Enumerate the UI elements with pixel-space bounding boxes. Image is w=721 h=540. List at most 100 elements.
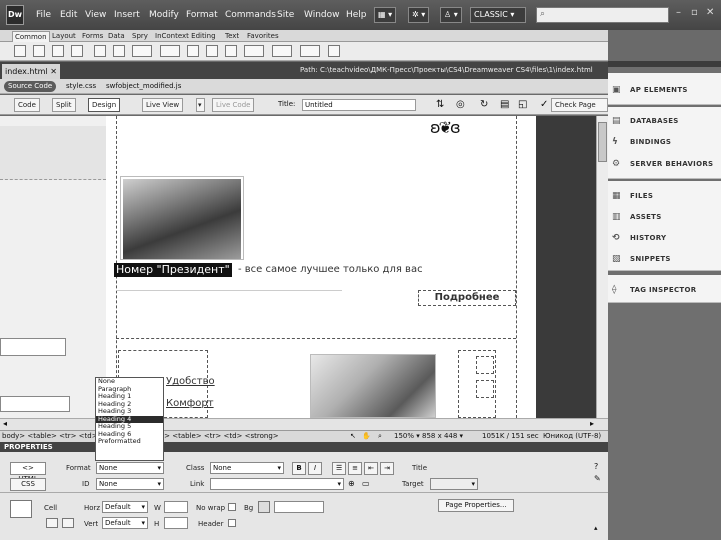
date-icon[interactable] xyxy=(187,45,199,57)
hand-tool-icon[interactable]: ✋ xyxy=(362,431,371,442)
format-dropdown-list[interactable]: None Paragraph Heading 1 Heading 2 Headi… xyxy=(95,377,164,461)
menu-edit[interactable]: Edit xyxy=(60,10,77,20)
menu-window[interactable]: Window xyxy=(304,10,340,20)
vert-select[interactable]: Default ▾ xyxy=(102,517,148,529)
menu-commands[interactable]: Commands xyxy=(225,10,276,20)
link-comfort-2[interactable]: Комфорт xyxy=(166,398,214,409)
vertical-scrollbar[interactable] xyxy=(596,116,608,418)
file-management-icon[interactable]: ⇅ xyxy=(436,99,444,110)
files-panel[interactable]: ▦ FILES xyxy=(612,191,653,201)
workspace-switcher[interactable]: CLASSIC ▾ xyxy=(470,7,526,23)
hyperlink-icon[interactable] xyxy=(14,45,26,57)
height-input[interactable] xyxy=(164,517,188,529)
document-tab-index[interactable]: index.html ✕ xyxy=(2,64,60,79)
source-code-button[interactable]: Source Code xyxy=(4,81,57,92)
history-panel[interactable]: ⟲ HISTORY xyxy=(612,233,666,243)
site-icon[interactable]: ♙ ▾ xyxy=(440,7,462,23)
design-view-button[interactable]: Design xyxy=(88,98,121,112)
split-view-button[interactable]: Split xyxy=(52,98,76,112)
merge-cells-icon[interactable] xyxy=(46,518,58,528)
design-view[interactable]: ʚ❦ɞ Номер "Президент" - все самое лучшее… xyxy=(106,116,536,418)
bindings-panel[interactable]: ϟ BINDINGS xyxy=(612,137,671,147)
link-comfort-1[interactable]: Удобство xyxy=(166,376,215,387)
format-option[interactable]: Preformatted xyxy=(96,437,163,446)
menu-file[interactable]: File xyxy=(36,10,51,20)
zoom-select[interactable]: 150% ▾ xyxy=(394,431,420,442)
close-icon[interactable]: ✕ xyxy=(706,7,714,18)
tab-text[interactable]: Text xyxy=(223,31,241,42)
italic-button[interactable]: I xyxy=(308,462,322,475)
quick-tag-editor-icon[interactable]: ✎ xyxy=(594,474,601,483)
outdent-icon[interactable]: ⇤ xyxy=(364,462,378,475)
browse-folder-icon[interactable]: ▭ xyxy=(362,479,370,488)
live-view-button[interactable]: Live View xyxy=(142,98,184,112)
menu-view[interactable]: View xyxy=(85,10,106,20)
more-button[interactable]: Подробнее xyxy=(418,290,516,306)
class-select[interactable]: None ▾ xyxy=(210,462,284,474)
nowrap-checkbox[interactable] xyxy=(228,503,236,511)
menu-format[interactable]: Format xyxy=(186,10,218,20)
layout-icon[interactable]: ▦ ▾ xyxy=(374,7,397,23)
comment-icon[interactable] xyxy=(225,45,237,57)
snippets-panel[interactable]: ▧ SNIPPETS xyxy=(612,254,671,264)
zoom-tool-icon[interactable]: ⌕ xyxy=(378,431,382,442)
image-icon[interactable] xyxy=(132,45,152,57)
email-link-icon[interactable] xyxy=(33,45,45,57)
menu-help[interactable]: Help xyxy=(346,10,367,20)
server-behaviors-panel[interactable]: ⚙ SERVER BEHAVIORS xyxy=(612,159,713,169)
width-input[interactable] xyxy=(164,501,188,513)
visual-aids-icon[interactable]: ◱ xyxy=(518,99,527,110)
point-to-file-icon[interactable]: ⊕ xyxy=(348,479,355,488)
templates-icon[interactable] xyxy=(300,45,320,57)
view-options-icon[interactable]: ▤ xyxy=(500,99,509,110)
css-mode-button[interactable]: CSS xyxy=(10,478,46,491)
help-icon[interactable]: ? xyxy=(594,462,598,471)
horizontal-rule-icon[interactable] xyxy=(71,45,83,57)
related-file-swfobject[interactable]: swfobject_modified.js xyxy=(106,82,181,90)
indent-icon[interactable]: ⇥ xyxy=(380,462,394,475)
collapse-icon[interactable]: ▴ xyxy=(594,524,598,532)
refresh-icon[interactable]: ↻ xyxy=(480,99,488,110)
scroll-left-icon[interactable]: ◂ xyxy=(3,419,7,428)
live-code-button[interactable]: Live Code xyxy=(212,98,255,112)
select-tool-icon[interactable]: ↖ xyxy=(350,431,356,442)
header-checkbox[interactable] xyxy=(228,519,236,527)
menu-modify[interactable]: Modify xyxy=(149,10,179,20)
link-input[interactable]: ▾ xyxy=(210,478,344,490)
html-mode-button[interactable]: <> HTML xyxy=(10,462,46,483)
id-select[interactable]: None ▾ xyxy=(96,478,164,490)
table-icon[interactable] xyxy=(94,45,106,57)
ap-elements-panel[interactable]: ▣ AP ELEMENTS xyxy=(612,85,688,95)
tab-common[interactable]: Common xyxy=(12,31,50,42)
left-field-2[interactable] xyxy=(0,396,70,412)
target-select[interactable]: ▾ xyxy=(430,478,478,490)
tab-incontext-editing[interactable]: InContext Editing xyxy=(153,31,218,42)
code-view-button[interactable]: Code xyxy=(14,98,40,112)
horz-select[interactable]: Default ▾ xyxy=(102,501,148,513)
databases-panel[interactable]: ▤ DATABASES xyxy=(612,116,679,126)
check-page-button[interactable]: Check Page xyxy=(551,98,608,112)
close-tab-icon[interactable]: ✕ xyxy=(50,67,57,76)
ordered-list-icon[interactable]: ≡ xyxy=(348,462,362,475)
tag-inspector-panel[interactable]: ⟠ TAG INSPECTOR xyxy=(612,285,696,295)
tab-favorites[interactable]: Favorites xyxy=(245,31,281,42)
extend-icon[interactable]: ✲ ▾ xyxy=(408,7,430,23)
script-icon[interactable] xyxy=(272,45,292,57)
page-properties-button[interactable]: Page Properties... xyxy=(438,499,514,512)
tag-chooser-icon[interactable] xyxy=(328,45,340,57)
div-icon[interactable] xyxy=(113,45,125,57)
window-size[interactable]: 858 x 448 ▾ xyxy=(422,431,463,442)
horizontal-scrollbar[interactable]: ◂ ▸ xyxy=(0,418,608,430)
bg-color-swatch[interactable] xyxy=(258,501,270,513)
menu-insert[interactable]: Insert xyxy=(114,10,140,20)
minimize-icon[interactable]: – xyxy=(676,7,681,18)
scroll-right-icon[interactable]: ▸ xyxy=(590,419,594,428)
left-field[interactable] xyxy=(0,338,66,356)
bg-color-input[interactable] xyxy=(274,501,324,513)
help-search-input[interactable]: ⌕ xyxy=(536,7,669,23)
tab-spry[interactable]: Spry xyxy=(130,31,150,42)
named-anchor-icon[interactable] xyxy=(52,45,64,57)
restore-icon[interactable]: ▫ xyxy=(691,7,698,18)
selected-headline[interactable]: Номер "Президент" xyxy=(114,263,232,277)
properties-header[interactable]: PROPERTIES xyxy=(0,442,608,452)
